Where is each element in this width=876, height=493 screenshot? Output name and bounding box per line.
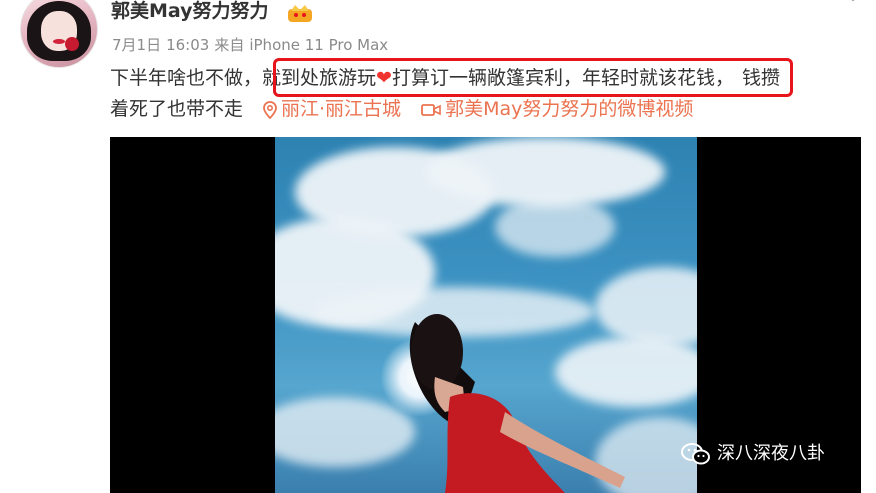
location-tag-label: 丽江·丽江古城 bbox=[281, 98, 402, 120]
post-text-before: 下半年啥也不做， bbox=[110, 67, 263, 89]
watermark: 深八深夜八卦 bbox=[681, 442, 825, 466]
post-meta: 7月1日 16:03 来自 iPhone 11 Pro Max bbox=[112, 34, 393, 56]
post-time[interactable]: 16:03 bbox=[166, 36, 209, 54]
highlight-box bbox=[273, 58, 793, 97]
username[interactable]: 郭美May努力努力 bbox=[111, 0, 269, 24]
source-device: iPhone 11 Pro Max bbox=[249, 36, 389, 54]
vip-crown-icon[interactable] bbox=[287, 3, 313, 23]
video-thumbnail[interactable] bbox=[275, 137, 697, 493]
post-date[interactable]: 7月1日 bbox=[112, 36, 161, 54]
avatar-rose bbox=[65, 37, 79, 51]
video-tag-label: 郭美May努力努力的微博视频 bbox=[445, 98, 694, 120]
watermark-text: 深八深夜八卦 bbox=[717, 443, 825, 464]
avatar-lips bbox=[53, 39, 65, 44]
woman-silhouette bbox=[409, 314, 625, 493]
wechat-icon bbox=[681, 443, 710, 465]
video-camera-icon bbox=[421, 103, 441, 116]
video-tag[interactable]: 郭美May努力努力的微博视频 bbox=[421, 98, 693, 120]
chevron-down-icon[interactable] bbox=[845, 0, 861, 4]
avatar[interactable] bbox=[20, 0, 98, 68]
video-player[interactable] bbox=[110, 137, 861, 493]
post-text-line2: 着死了也带不走 bbox=[110, 98, 244, 120]
post-line-2: 着死了也带不走 丽江·丽江古城 郭美May努力努力的微博视频 bbox=[110, 94, 693, 124]
source-prefix: 来自 bbox=[214, 36, 245, 54]
location-pin-icon bbox=[263, 100, 277, 119]
location-tag[interactable]: 丽江·丽江古城 bbox=[263, 98, 401, 120]
